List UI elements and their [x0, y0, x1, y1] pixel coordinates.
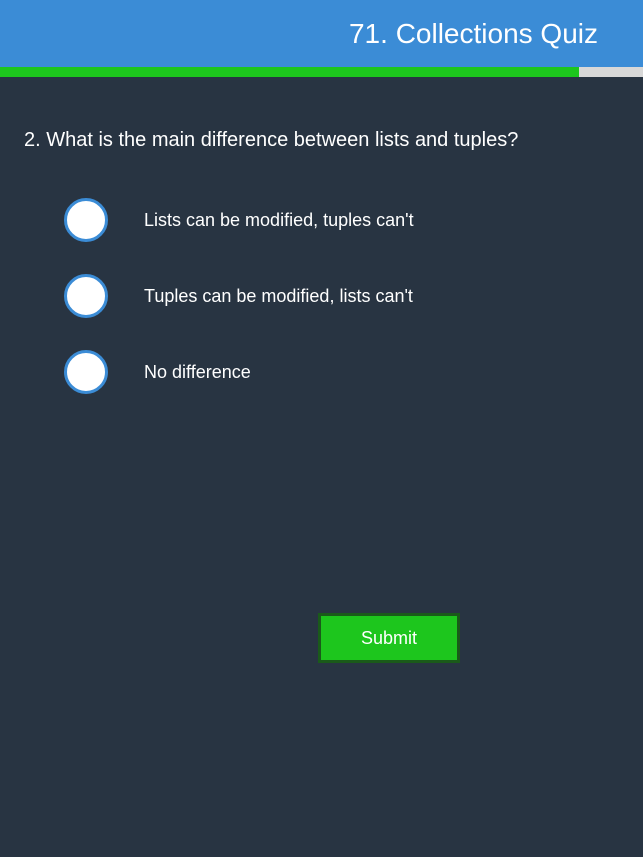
option-2[interactable]: No difference: [64, 350, 619, 394]
radio-icon: [64, 350, 108, 394]
options-list: Lists can be modified, tuples can't Tupl…: [24, 198, 619, 394]
option-label: Tuples can be modified, lists can't: [144, 286, 413, 307]
radio-icon: [64, 198, 108, 242]
header: 71. Collections Quiz: [0, 0, 643, 67]
option-1[interactable]: Tuples can be modified, lists can't: [64, 274, 619, 318]
option-label: No difference: [144, 362, 251, 383]
content-area: 2. What is the main difference between l…: [0, 77, 643, 857]
page-title: 71. Collections Quiz: [349, 18, 598, 50]
option-label: Lists can be modified, tuples can't: [144, 210, 414, 231]
submit-button[interactable]: Submit: [318, 613, 460, 663]
progress-bar: [0, 67, 643, 77]
option-0[interactable]: Lists can be modified, tuples can't: [64, 198, 619, 242]
question-text: 2. What is the main difference between l…: [24, 129, 619, 152]
radio-icon: [64, 274, 108, 318]
progress-fill: [0, 67, 579, 77]
